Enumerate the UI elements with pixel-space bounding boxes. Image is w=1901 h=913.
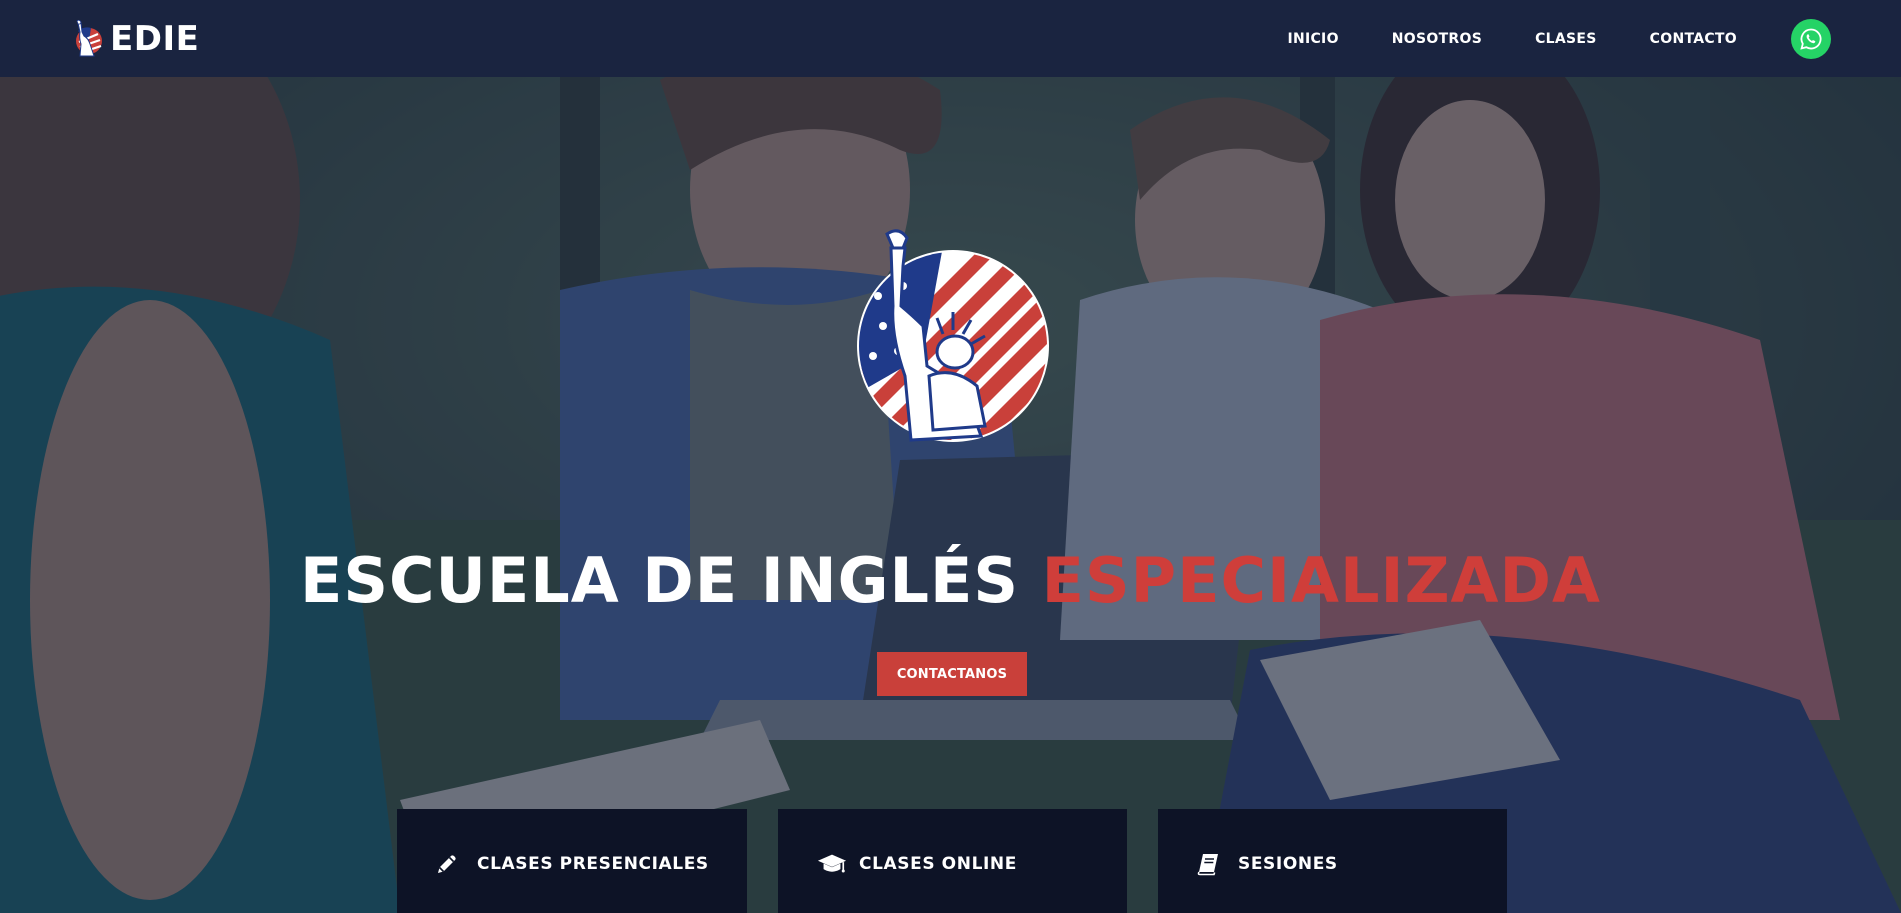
card-clases-online[interactable]: CLASES ONLINE bbox=[778, 809, 1127, 913]
statue-of-liberty-logo-icon bbox=[76, 19, 102, 56]
card-label: CLASES PRESENCIALES bbox=[477, 854, 709, 874]
hero-title: ESCUELA DE INGLÉS ESPECIALIZADA bbox=[0, 544, 1901, 617]
statue-of-liberty-flag-logo bbox=[857, 229, 1049, 442]
whatsapp-icon bbox=[1800, 28, 1822, 50]
hero-title-main: ESCUELA DE INGLÉS bbox=[300, 544, 1020, 617]
whatsapp-button[interactable] bbox=[1791, 18, 1831, 59]
brand-name: EDIE bbox=[110, 18, 200, 59]
nav-contacto[interactable]: CONTACTO bbox=[1650, 31, 1737, 47]
book-icon bbox=[1196, 851, 1226, 877]
hero-background bbox=[0, 0, 1901, 913]
nav-clases[interactable]: CLASES bbox=[1535, 31, 1597, 47]
hero-overlay bbox=[0, 0, 1901, 913]
nav-inicio[interactable]: INICIO bbox=[1287, 31, 1338, 47]
main-nav: INICIO NOSOTROS CLASES CONTACTO bbox=[1287, 31, 1737, 47]
card-sesiones[interactable]: SESIONES bbox=[1158, 809, 1507, 913]
brand[interactable]: EDIE bbox=[70, 19, 199, 59]
hero-title-accent: ESPECIALIZADA bbox=[1041, 544, 1601, 617]
graduation-cap-icon bbox=[817, 851, 847, 877]
contactanos-button[interactable]: CONTACTANOS bbox=[877, 652, 1027, 696]
top-navbar: EDIE INICIO NOSOTROS CLASES CONTACTO bbox=[0, 0, 1901, 77]
nav-nosotros[interactable]: NOSOTROS bbox=[1392, 31, 1482, 47]
card-clases-presenciales[interactable]: CLASES PRESENCIALES bbox=[397, 809, 747, 913]
card-label: CLASES ONLINE bbox=[859, 854, 1017, 874]
card-label: SESIONES bbox=[1238, 854, 1338, 874]
pencil-icon bbox=[435, 851, 465, 877]
